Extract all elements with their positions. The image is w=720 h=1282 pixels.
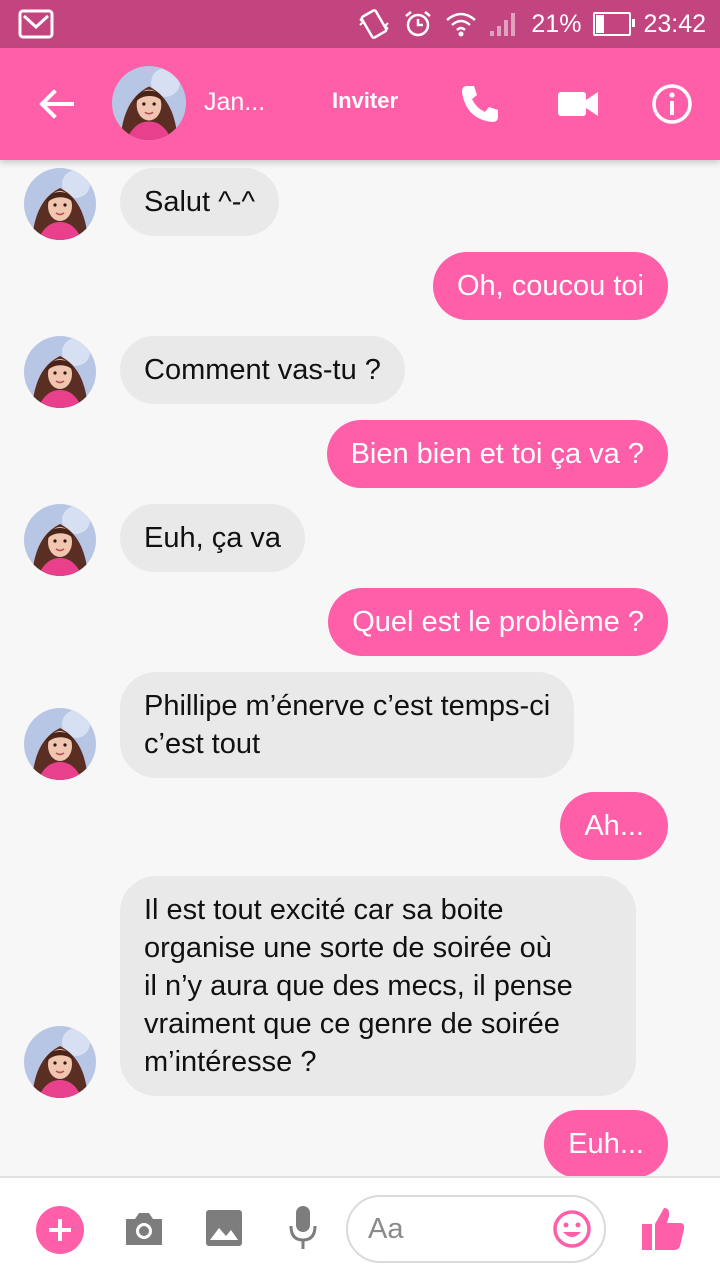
outgoing-message[interactable]: Bien bien et toi ça va ? [326,420,668,488]
battery-percent: 21% [531,9,582,38]
status-bar: 21% 23:42 [0,0,720,48]
back-arrow-icon[interactable] [34,82,78,126]
outgoing-message[interactable]: Oh, coucou toi [433,252,668,320]
incoming-message[interactable]: Salut ^-^ [120,168,280,236]
outgoing-message[interactable]: Quel est le problème ? [328,588,668,656]
incoming-message[interactable]: Phillipe m’énerve c’est temps-ci c’est t… [120,672,575,778]
contact-avatar-small [24,168,96,240]
battery-icon [593,12,636,36]
contact-avatar-small [24,708,96,780]
thumbs-up-icon[interactable] [640,1204,686,1252]
camera-icon[interactable] [122,1209,166,1249]
video-camera-icon[interactable] [556,82,600,126]
conversation-header: Jan... Inviter [0,48,720,160]
contact-avatar-small [24,336,96,408]
composer-bar: Aa [0,1176,720,1282]
message-input-placeholder: Aa [368,1213,404,1245]
outgoing-message[interactable]: Ah... [560,792,668,860]
clock: 23:42 [643,9,706,38]
emoji-icon[interactable] [552,1209,592,1249]
signal-icon [490,13,516,36]
image-icon[interactable] [204,1208,244,1248]
contact-avatar-small [24,504,96,576]
message-input[interactable]: Aa [346,1195,606,1263]
message-list[interactable]: Salut ^-^ Oh, coucou toi Comment vas-tu … [0,160,720,1176]
alarm-icon [405,11,432,37]
incoming-message[interactable]: Il est tout excité car sa boite organise… [120,876,636,1096]
vibrate-icon [359,9,390,39]
info-icon[interactable] [650,82,694,126]
invite-button[interactable]: Inviter [332,88,398,114]
wifi-icon [446,12,477,37]
contact-avatar-small [24,1026,96,1098]
plus-icon[interactable] [36,1206,84,1254]
gmail-icon [18,9,54,39]
incoming-message[interactable]: Euh, ça va [120,504,306,572]
contact-name[interactable]: Jan... [204,88,265,117]
outgoing-message[interactable]: Euh... [544,1110,668,1176]
contact-avatar[interactable] [112,66,186,140]
mic-icon[interactable] [287,1204,319,1252]
battery-fill [596,15,604,33]
phone-icon[interactable] [458,82,502,126]
incoming-message[interactable]: Comment vas-tu ? [120,336,405,404]
